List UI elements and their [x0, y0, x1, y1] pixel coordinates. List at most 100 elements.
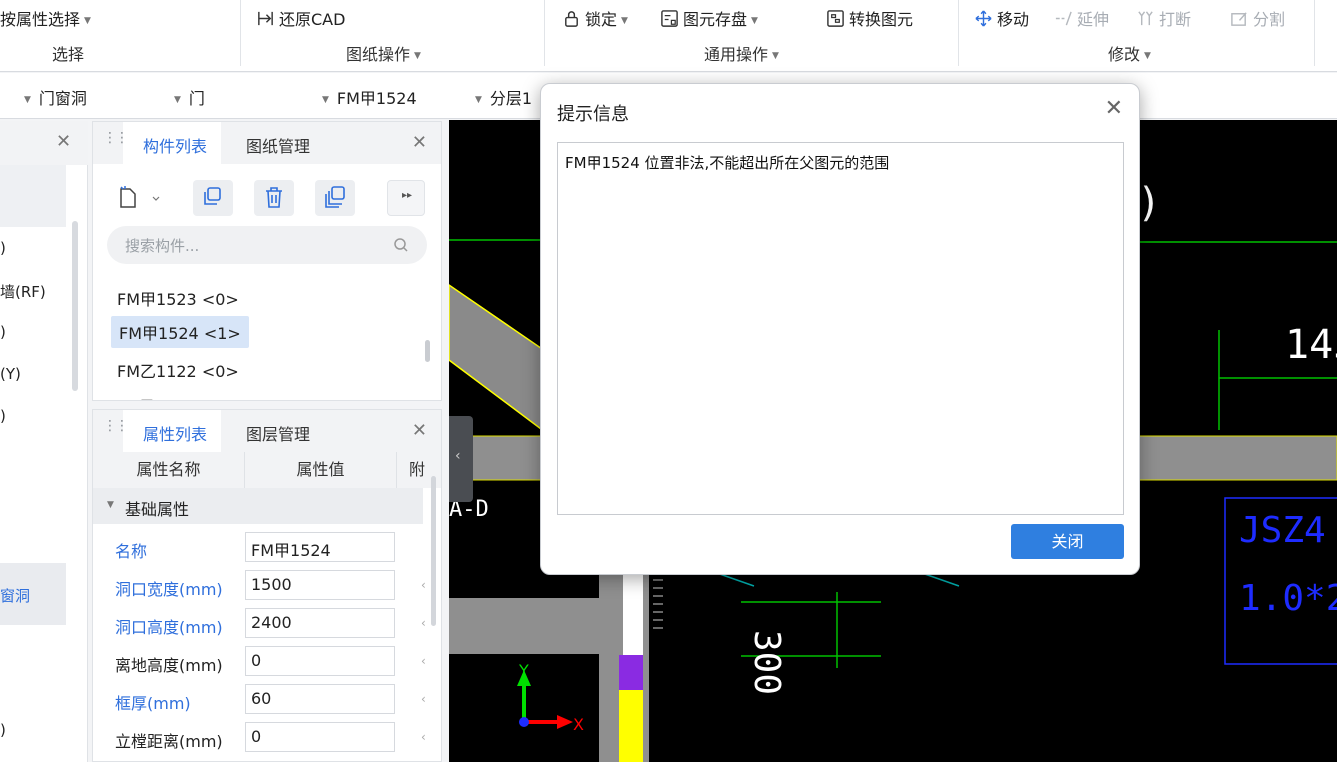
- close-icon[interactable]: ✕: [1105, 96, 1123, 121]
- save-element-icon: [661, 10, 678, 27]
- tab-component-list[interactable]: 构件列表: [143, 133, 207, 157]
- restore-cad-icon: [258, 11, 273, 26]
- select-group-label: 选择: [52, 45, 85, 64]
- dialog-message: FM甲1524 位置非法,不能超出所在父图元的范围: [557, 142, 1124, 515]
- lower-wall: [449, 598, 614, 654]
- search-placeholder: 搜索构件...: [125, 237, 200, 255]
- row-indicator: ‹: [421, 730, 426, 744]
- close-icon[interactable]: ✕: [412, 420, 427, 441]
- layer-copy-button[interactable]: [315, 180, 355, 216]
- close-button[interactable]: 关闭: [1011, 524, 1124, 559]
- scrollbar[interactable]: [425, 340, 430, 362]
- ribbon: 按属性选择 ▼ 选择 还原CAD 图纸操作 ▼ 锁定 ▼ 图元存盘 ▼ 转换图元 通用操…: [0, 0, 1337, 72]
- drawing-ops-group-button[interactable]: 图纸操作 ▼: [346, 41, 421, 65]
- prompt-dialog: 提示信息 ✕ FM甲1524 位置非法,不能超出所在父图元的范围 关闭: [540, 83, 1140, 575]
- move-button[interactable]: 移动: [974, 6, 1029, 30]
- chevron-down-icon: ▼: [174, 95, 181, 105]
- column-header-value: 属性值: [245, 452, 397, 488]
- nav-item[interactable]: ): [0, 323, 6, 341]
- more-button[interactable]: ▸▸: [387, 180, 425, 216]
- scrollbar[interactable]: [72, 221, 78, 391]
- tab-layer-management[interactable]: 图层管理: [246, 421, 310, 445]
- row-indicator: ‹: [421, 616, 426, 630]
- ribbon-divider: [544, 0, 545, 66]
- layer-copy-icon: [325, 186, 345, 208]
- common-ops-group-button[interactable]: 通用操作 ▼: [704, 41, 779, 65]
- property-name: 立樘距离(mm): [115, 732, 223, 751]
- row-indicator: ‹: [421, 692, 426, 706]
- tab-drawing-management[interactable]: 图纸管理: [246, 133, 310, 157]
- copy-component-button[interactable]: [193, 180, 233, 216]
- nav-selected-band: [0, 165, 66, 227]
- chevron-left-icon: ‹: [455, 448, 461, 464]
- cad-text: ): [1137, 180, 1161, 226]
- purple-element: [619, 655, 643, 690]
- collapse-panel-handle[interactable]: ‹: [449, 416, 473, 502]
- cad-text-145: 145: [1285, 322, 1337, 368]
- property-value-field[interactable]: 60: [245, 684, 395, 714]
- copy-icon: [204, 187, 221, 205]
- break-icon: [1138, 11, 1153, 26]
- property-name: 框厚(mm): [115, 694, 191, 713]
- property-value-field[interactable]: 2400: [245, 608, 395, 638]
- property-value-field[interactable]: 0: [245, 646, 395, 676]
- split-button[interactable]: 分割: [1230, 6, 1285, 30]
- modify-group-button[interactable]: 修改 ▼: [1108, 41, 1151, 65]
- dialog-title: 提示信息: [557, 104, 629, 125]
- convert-element-button[interactable]: 转换图元: [826, 6, 913, 30]
- trash-icon: [266, 187, 282, 208]
- search-input[interactable]: 搜索构件...: [107, 226, 427, 264]
- extend-button[interactable]: 延伸: [1054, 6, 1109, 30]
- delete-component-button[interactable]: [254, 180, 294, 216]
- property-name: 洞口宽度(mm): [115, 580, 223, 599]
- close-icon[interactable]: ✕: [56, 131, 71, 152]
- component-list-panel: ⋮⋮ 构件列表 图纸管理 ✕ ▸▸ 搜索构件... FM甲1523 <0> FM…: [92, 121, 442, 401]
- chevron-down-icon: ▼: [475, 95, 482, 105]
- category-dropdown[interactable]: ▼ 门窗洞: [24, 85, 87, 109]
- lock-button[interactable]: 锁定 ▼: [562, 6, 628, 30]
- nav-item[interactable]: ): [0, 407, 6, 425]
- break-button[interactable]: 打断: [1136, 6, 1191, 30]
- new-file-icon: [120, 186, 160, 208]
- property-value-field[interactable]: 1500: [245, 570, 395, 600]
- yellow-element: [619, 690, 643, 762]
- nav-item[interactable]: (Y): [0, 365, 21, 383]
- layer-dropdown[interactable]: ▼ 分层1: [475, 85, 532, 109]
- component-item-selected[interactable]: FM甲1524 <1>: [111, 316, 249, 348]
- tab-property-list[interactable]: 属性列表: [143, 421, 207, 445]
- property-list-panel: ⋮⋮ 属性列表 图层管理 ✕ 属性名称 属性值 附 ▼ 基础属性 名称 FM甲1…: [92, 409, 442, 762]
- cad-text-dim: 1.0*2.: [1239, 578, 1337, 619]
- group-basic-properties[interactable]: ▼ 基础属性: [93, 488, 423, 524]
- component-item[interactable]: FM乙1222 <0>: [117, 393, 239, 400]
- component-panel-tabbar: ⋮⋮ 构件列表 图纸管理 ✕: [93, 122, 441, 164]
- move-icon: [975, 10, 992, 27]
- expand-right-icon: ▸▸: [402, 190, 413, 201]
- x-axis-arrowhead: [557, 715, 573, 729]
- chevron-down-icon: ▼: [24, 95, 31, 105]
- save-element-button[interactable]: 图元存盘 ▼: [660, 6, 758, 30]
- origin-point: [519, 717, 529, 727]
- property-name: 洞口高度(mm): [115, 618, 223, 637]
- nav-item[interactable]: ): [0, 721, 6, 739]
- component-dropdown[interactable]: ▼ FM甲1524: [322, 85, 417, 109]
- nav-item[interactable]: ): [0, 239, 6, 257]
- component-item[interactable]: FM乙1122 <0>: [117, 358, 239, 382]
- ribbon-divider: [1314, 0, 1315, 66]
- component-item[interactable]: FM甲1523 <0>: [117, 286, 239, 310]
- row-indicator: ‹: [421, 654, 426, 668]
- restore-cad-button[interactable]: 还原CAD: [256, 6, 345, 30]
- close-icon[interactable]: ✕: [412, 132, 427, 153]
- nav-item[interactable]: 窗洞: [0, 585, 30, 606]
- nav-item[interactable]: 墙(RF): [0, 281, 46, 302]
- lock-icon: [565, 11, 578, 27]
- new-component-button[interactable]: [109, 180, 165, 216]
- select-by-attribute-button[interactable]: 按属性选择 ▼: [0, 6, 91, 30]
- search-icon: [394, 238, 408, 252]
- row-indicator: ‹: [421, 578, 426, 592]
- scrollbar[interactable]: [431, 476, 436, 626]
- property-value-field[interactable]: 0: [245, 722, 395, 752]
- navigation-panel: ✕ ) 墙(RF) ) (Y) ) 窗洞 ): [0, 121, 88, 762]
- type-dropdown[interactable]: ▼ 门: [174, 85, 205, 109]
- navigation-panel-header: [0, 121, 88, 165]
- property-value-field[interactable]: FM甲1524: [245, 532, 395, 562]
